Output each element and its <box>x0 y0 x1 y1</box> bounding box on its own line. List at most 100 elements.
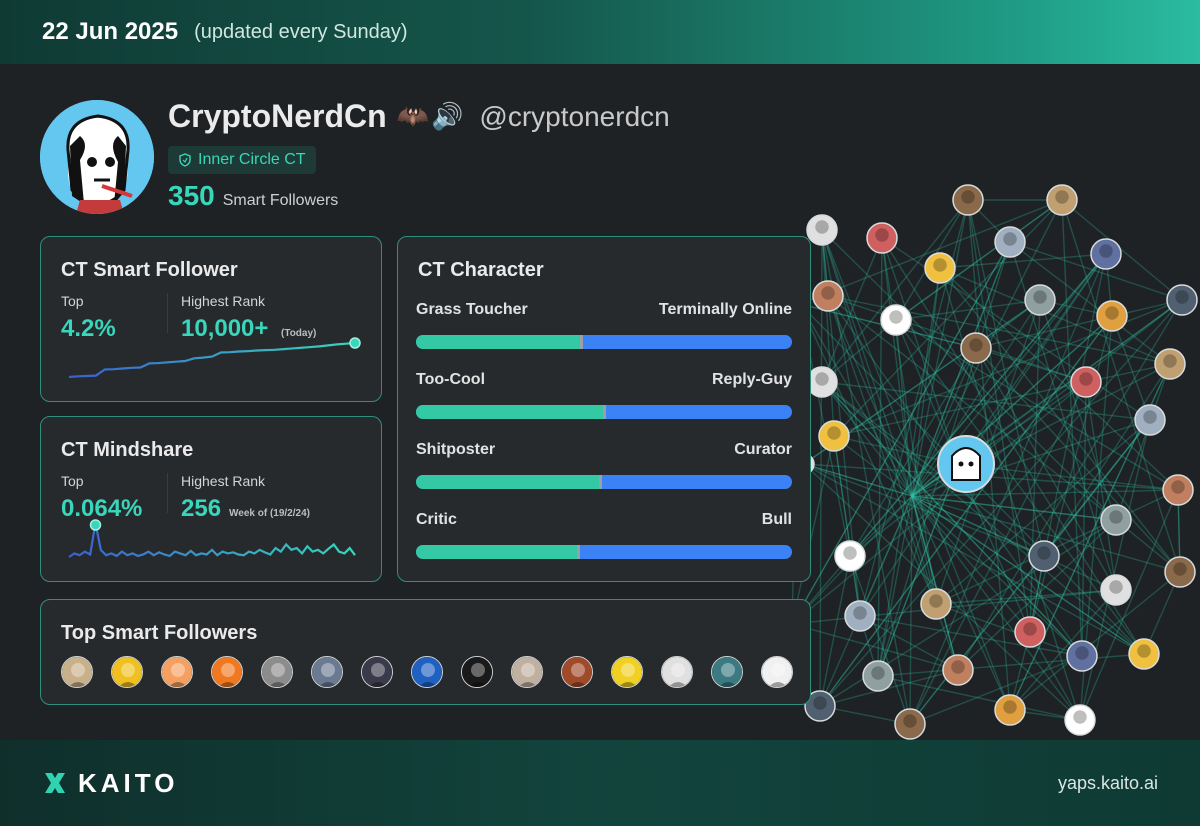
avatar-icon <box>512 657 542 687</box>
avatar-icon <box>212 657 242 687</box>
network-edge <box>909 495 913 725</box>
network-node-face <box>853 606 867 620</box>
top-label: Top <box>61 473 84 489</box>
site-link[interactable]: yaps.kaito.ai <box>1058 773 1158 794</box>
network-edge <box>849 555 911 725</box>
card-title: CT Character <box>418 259 544 281</box>
highest-rank-label: Highest Rank <box>181 293 266 309</box>
network-node-face <box>929 594 943 608</box>
avatar-icon <box>612 657 642 687</box>
network-node-face <box>821 286 835 300</box>
follower-avatar[interactable] <box>511 656 543 688</box>
trait-row: Grass Toucher Terminally Online <box>416 301 792 349</box>
update-note: (updated every Sunday) <box>194 20 408 43</box>
network-node-face <box>1143 410 1157 424</box>
network-node-face <box>843 546 857 560</box>
follower-avatar[interactable] <box>661 656 693 688</box>
network-node-face <box>1109 510 1123 524</box>
trait-right-label: Curator <box>734 441 792 458</box>
avatar-icon <box>162 657 192 687</box>
follower-avatar[interactable] <box>561 656 593 688</box>
card-title: CT Smart Follower <box>61 259 238 281</box>
trait-bar <box>416 405 792 419</box>
shield-icon <box>179 153 191 167</box>
trait-left-label: Shitposter <box>416 441 496 458</box>
network-node-face <box>1105 306 1119 320</box>
avatar-icon <box>412 657 442 687</box>
character-card: CT Character Grass Toucher Terminally Onl… <box>397 236 811 582</box>
follower-avatar[interactable] <box>411 656 443 688</box>
network-node-face <box>903 714 917 728</box>
network-node-face <box>815 372 829 386</box>
avatar-icon <box>312 657 342 687</box>
trait-row: Shitposter Curator <box>416 441 792 489</box>
trait-left-label: Critic <box>416 511 457 528</box>
follower-avatar[interactable] <box>461 656 493 688</box>
avatar-icon <box>762 657 792 687</box>
brand[interactable]: KAITO <box>42 768 178 799</box>
trait-fill <box>416 475 601 489</box>
follower-avatar[interactable] <box>361 656 393 688</box>
trait-labels: Grass Toucher Terminally Online <box>416 301 792 319</box>
trait-right-label: Terminally Online <box>658 301 792 318</box>
trait-labels: Too-Cool Reply-Guy <box>416 371 792 389</box>
network-node-face <box>1003 232 1017 246</box>
profile-name: CryptoNerdCn <box>168 98 387 134</box>
follower-avatar[interactable] <box>761 656 793 688</box>
avatar-icon <box>112 657 142 687</box>
smart-followers-count: 350 <box>168 180 215 211</box>
network-node-face <box>813 696 827 710</box>
network-node-face <box>1137 644 1151 658</box>
network-node-face <box>1023 622 1037 636</box>
network-edge <box>881 237 937 605</box>
trait-row: Too-Cool Reply-Guy <box>416 371 792 419</box>
network-center-eye <box>958 461 964 467</box>
network-node-face <box>1163 354 1177 368</box>
network-center-face <box>951 447 981 481</box>
trait-bar <box>416 545 792 559</box>
trend-line <box>68 522 356 558</box>
trait-marker <box>603 405 606 419</box>
trait-left-label: Too-Cool <box>416 371 486 388</box>
follower-avatar[interactable] <box>611 656 643 688</box>
trait-marker <box>576 545 580 559</box>
follower-avatar[interactable] <box>311 656 343 688</box>
network-node-face <box>961 190 975 204</box>
network-node-face <box>969 338 983 352</box>
mindshare-card: CT Mindshare Top 0.064% Highest Rank 256… <box>40 416 382 582</box>
trait-right-label: Reply-Guy <box>711 371 792 388</box>
badge-label: Inner Circle CT <box>198 151 306 168</box>
avatar-icon <box>712 657 742 687</box>
follower-avatar[interactable] <box>211 656 243 688</box>
network-node-face <box>1073 710 1087 724</box>
network-node-face <box>1173 562 1187 576</box>
trend-peak-dot <box>89 519 102 531</box>
follower-avatar[interactable] <box>711 656 743 688</box>
follower-avatar[interactable] <box>111 656 143 688</box>
avatar-icon <box>362 657 392 687</box>
profile-name-row: CryptoNerdCn 🦇 🔊 @cryptonerdcn <box>168 98 670 135</box>
network-node-face <box>875 228 889 242</box>
network-node-face <box>1109 580 1123 594</box>
network-node-face <box>871 666 885 680</box>
network-center-eye <box>968 461 974 467</box>
network-node-face <box>815 220 829 234</box>
trait-marker <box>580 335 584 349</box>
speaker-emoji-icon: 🔊 <box>431 101 464 131</box>
follower-avatar[interactable] <box>61 656 93 688</box>
inner-circle-badge: Inner Circle CT <box>168 146 316 174</box>
trait-fill <box>416 405 604 419</box>
network-node-face <box>827 426 841 440</box>
profile-emojis: 🦇 🔊 <box>397 101 464 132</box>
profile-handle[interactable]: @cryptonerdcn <box>479 101 669 133</box>
kaito-logo-icon <box>45 773 65 793</box>
trait-fill <box>416 545 578 559</box>
smart-follower-card: CT Smart Follower Top 4.2% Highest Rank … <box>40 236 382 402</box>
main-panel: CryptoNerdCn 🦇 🔊 @cryptonerdcn Inner Cir… <box>0 64 1200 740</box>
bat-emoji-icon: 🦇 <box>396 101 430 131</box>
follower-avatar[interactable] <box>161 656 193 688</box>
trait-labels: Shitposter Curator <box>416 441 792 459</box>
follower-avatar[interactable] <box>261 656 293 688</box>
mindshare-sparkline <box>68 519 356 558</box>
profile-avatar[interactable] <box>40 100 154 214</box>
